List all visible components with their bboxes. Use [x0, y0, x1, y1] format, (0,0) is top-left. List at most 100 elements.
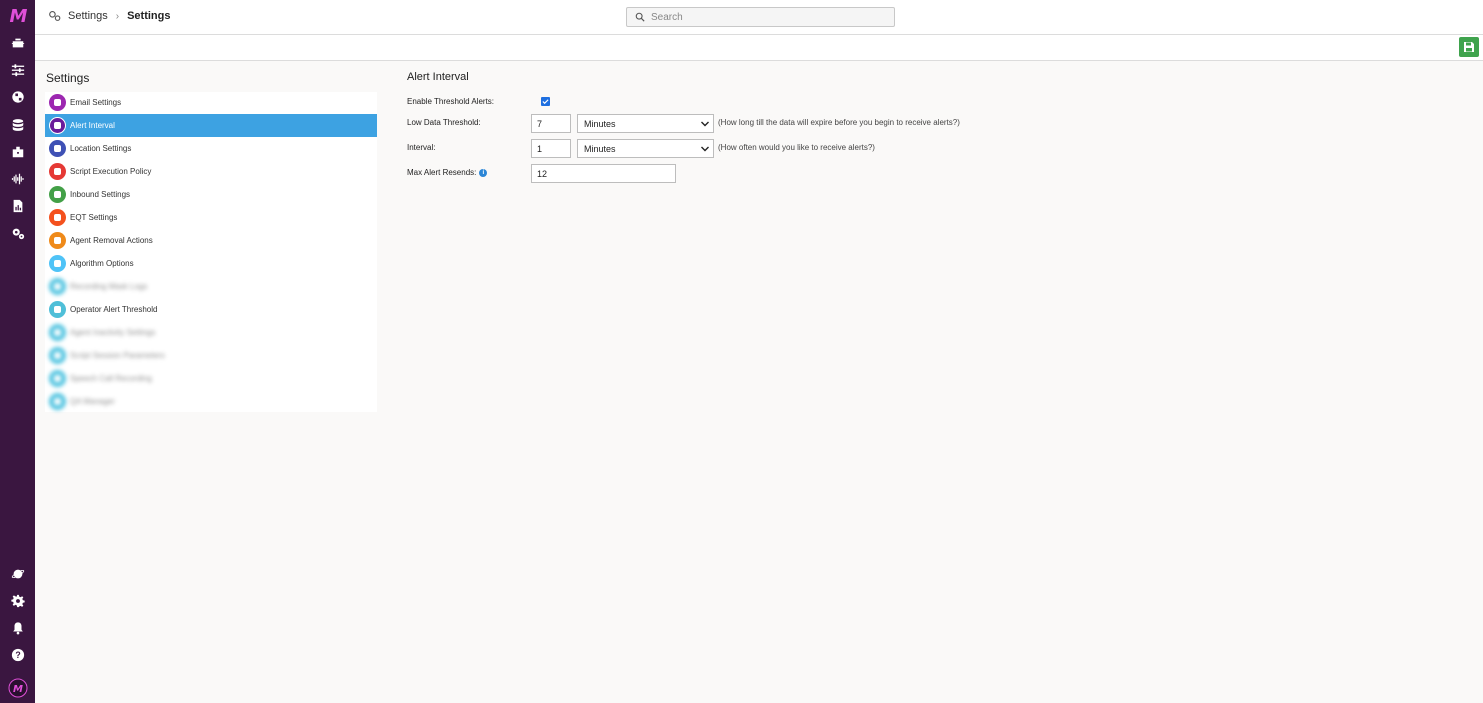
- settings-gears-icon: [49, 10, 61, 21]
- waveform-icon[interactable]: [0, 167, 35, 191]
- save-icon: [1464, 42, 1474, 52]
- briefcase-icon[interactable]: [0, 140, 35, 164]
- bell-icon[interactable]: [0, 616, 35, 640]
- icon-glyph: [54, 329, 61, 336]
- user-remove-icon: [49, 232, 66, 249]
- low-data-hint: (How long till the data will expire befo…: [718, 118, 960, 127]
- icon-glyph: [54, 260, 61, 267]
- gear-icon: [49, 278, 66, 295]
- database-icon[interactable]: [0, 113, 35, 137]
- gear-icon: [49, 393, 66, 410]
- breadcrumb-separator: ›: [115, 10, 120, 22]
- low-data-threshold-label: Low Data Threshold:: [407, 118, 481, 127]
- sidebar-item-label: Speech Call Recording: [70, 374, 152, 383]
- max-alert-resends-text: Max Alert Resends:: [407, 168, 477, 177]
- chevron-down-icon: [701, 121, 709, 127]
- settings-panel-title: Settings: [46, 71, 90, 85]
- search-icon: [635, 12, 645, 22]
- enable-threshold-checkbox[interactable]: [541, 97, 550, 106]
- svg-text:M: M: [13, 684, 23, 695]
- low-data-threshold-input[interactable]: [531, 114, 571, 133]
- sidebar-item-label: Location Settings: [70, 144, 132, 153]
- low-data-unit-select[interactable]: Minutes: [577, 114, 714, 133]
- sidebar-item-label: Operator Alert Threshold: [70, 305, 158, 314]
- sidebar-item-label: Email Settings: [70, 98, 122, 107]
- gear-icon: [49, 324, 66, 341]
- icon-glyph: [54, 122, 61, 129]
- phone-icon: [49, 186, 66, 203]
- max-alert-resends-input[interactable]: [531, 164, 676, 183]
- icon-glyph: [54, 398, 61, 405]
- icon-glyph: [54, 283, 61, 290]
- sidebar-item[interactable]: Location Settings: [45, 137, 377, 160]
- info-icon[interactable]: i: [479, 168, 488, 177]
- breadcrumb-current: Settings: [127, 10, 171, 22]
- sidebar-item[interactable]: Email Settings: [45, 91, 377, 114]
- left-nav-rail: M ? M: [0, 0, 35, 703]
- app-logo[interactable]: M: [0, 4, 35, 28]
- sidebar-item-label: EQT Settings: [70, 213, 118, 222]
- search-input[interactable]: [651, 11, 881, 23]
- icon-glyph: [54, 375, 61, 382]
- sidebar-item[interactable]: Inbound Settings: [45, 183, 377, 206]
- form-title: Alert Interval: [407, 71, 469, 83]
- sliders-icon[interactable]: [0, 58, 35, 82]
- top-header: Settings › Settings: [35, 0, 1483, 35]
- sidebar-item-label: Inbound Settings: [70, 190, 131, 199]
- sidebar-item-label: Agent Removal Actions: [70, 236, 153, 245]
- enable-threshold-label: Enable Threshold Alerts:: [407, 97, 495, 106]
- sidebar-item[interactable]: EQT Settings: [45, 206, 377, 229]
- sidebar-item[interactable]: Agent Removal Actions: [45, 229, 377, 252]
- interval-hint: (How often would you like to receive ale…: [718, 143, 875, 152]
- breadcrumb: Settings › Settings: [48, 10, 171, 22]
- max-alert-resends-label: Max Alert Resends: i: [407, 168, 488, 177]
- gear-icon: [49, 347, 66, 364]
- sidebar-item-label: Algorithm Options: [70, 259, 134, 268]
- icon-glyph: [54, 214, 61, 221]
- interval-input[interactable]: [531, 139, 571, 158]
- toolbar: [35, 35, 1483, 61]
- pin-icon: [49, 140, 66, 157]
- sidebar-item[interactable]: Agent Inactivity Settings: [45, 321, 377, 344]
- globe-icon[interactable]: [0, 85, 35, 109]
- icon-glyph: [54, 99, 61, 106]
- breadcrumb-root[interactable]: Settings: [68, 10, 108, 22]
- svg-text:?: ?: [15, 650, 20, 660]
- sidebar-item[interactable]: Speech Call Recording: [45, 367, 377, 390]
- sidebar-item[interactable]: Algorithm Options: [45, 252, 377, 275]
- chevron-down-icon: [701, 146, 709, 152]
- sidebar-item[interactable]: QA Manager: [45, 390, 377, 413]
- icon-glyph: [54, 352, 61, 359]
- search-box[interactable]: [626, 7, 895, 27]
- clock-icon: [49, 209, 66, 226]
- sidebar-item-label: Recording Mask Logs: [70, 282, 148, 291]
- sidebar-item-label: QA Manager: [70, 397, 115, 406]
- clipboard-icon: [49, 163, 66, 180]
- report-icon[interactable]: [0, 194, 35, 218]
- sidebar-item[interactable]: Recording Mask Logs: [45, 275, 377, 298]
- icon-glyph: [54, 237, 61, 244]
- sidebar-item[interactable]: Alert Interval: [45, 114, 377, 137]
- user-avatar-icon[interactable]: M: [0, 676, 35, 700]
- help-icon[interactable]: ?: [0, 643, 35, 667]
- dashboard-icon[interactable]: [0, 31, 35, 55]
- interval-unit-value: Minutes: [584, 143, 616, 154]
- sidebar-item-label: Alert Interval: [70, 121, 115, 130]
- gear-icon: [49, 370, 66, 387]
- sidebar-item[interactable]: Script Execution Policy: [45, 160, 377, 183]
- planet-icon[interactable]: [0, 562, 35, 586]
- icon-glyph: [54, 145, 61, 152]
- checkmark-icon: [542, 99, 549, 105]
- gear-icon[interactable]: [0, 589, 35, 613]
- sidebar-item[interactable]: Script Session Parameters: [45, 344, 377, 367]
- save-button[interactable]: [1459, 37, 1479, 57]
- cogs-icon[interactable]: [0, 221, 35, 245]
- alarm-icon: [49, 117, 66, 134]
- icon-glyph: [54, 168, 61, 175]
- interval-unit-select[interactable]: Minutes: [577, 139, 714, 158]
- icon-glyph: [54, 191, 61, 198]
- settings-list: Email Settings Alert Interval Location Set…: [45, 92, 377, 412]
- sidebar-item[interactable]: Operator Alert Threshold: [45, 298, 377, 321]
- icon-glyph: [54, 306, 61, 313]
- interval-label: Interval:: [407, 143, 436, 152]
